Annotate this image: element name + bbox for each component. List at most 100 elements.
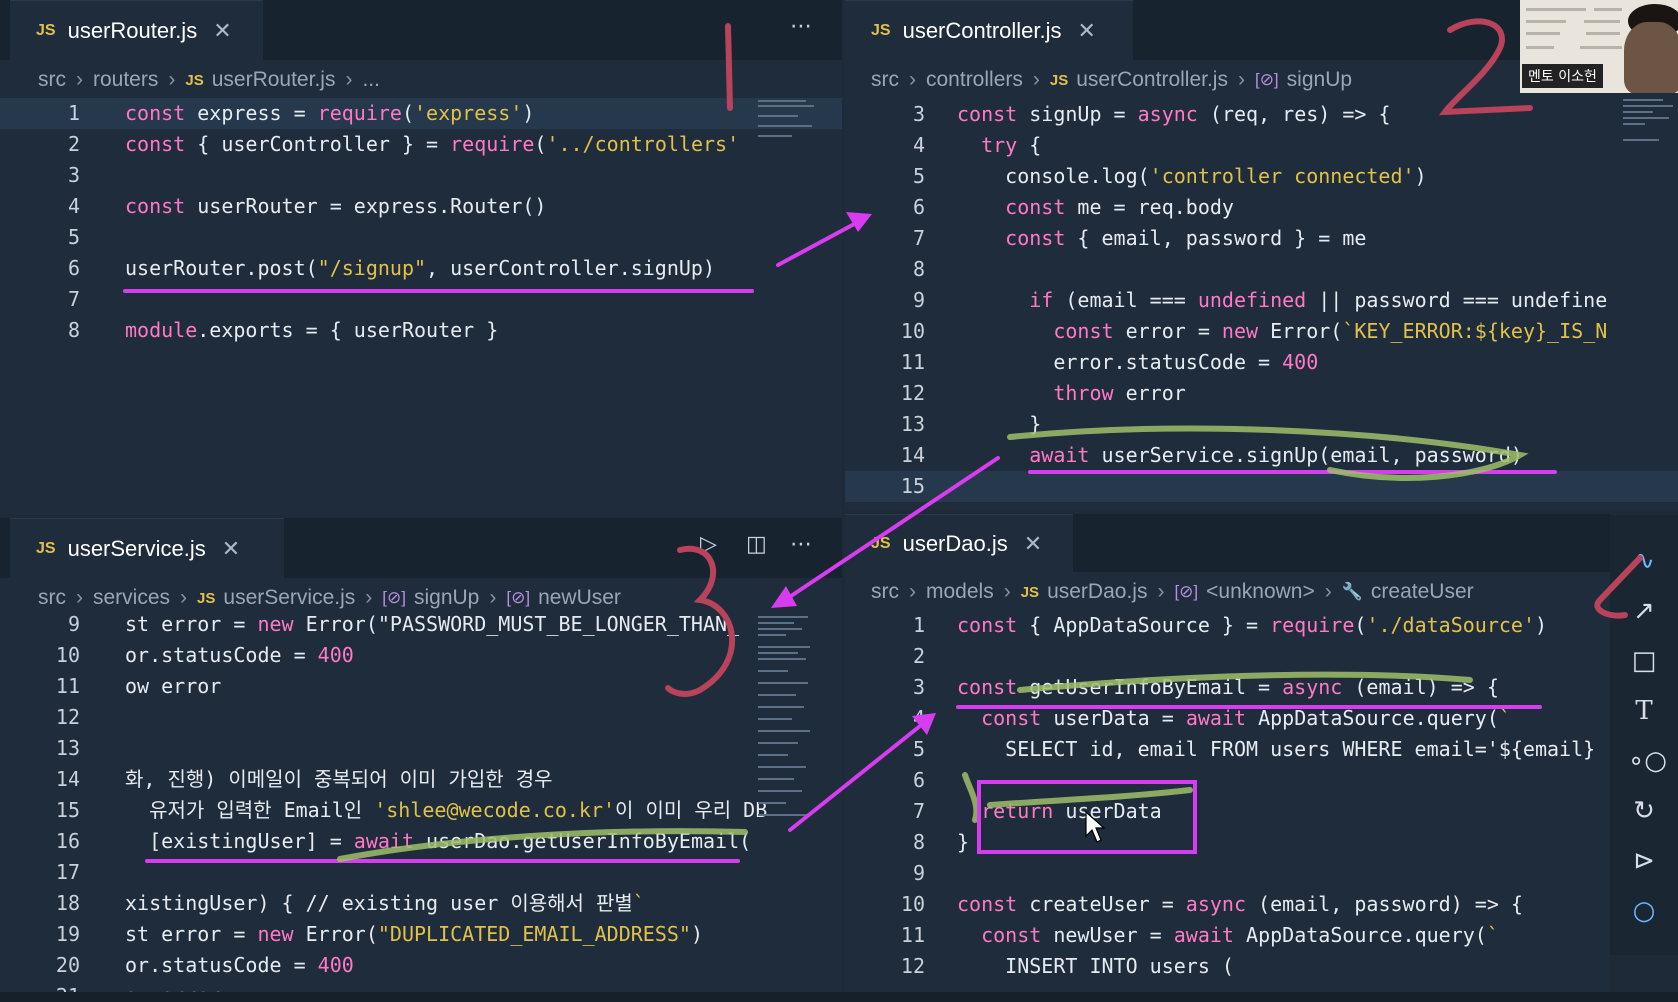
code-line[interactable]: 19 st error = new Error("DUPLICATED_EMAIL… — [0, 919, 842, 950]
breadcrumb-item[interactable]: models — [926, 580, 994, 604]
code-line[interactable]: 10 or.statusCode = 400 — [0, 640, 842, 671]
code-line[interactable]: 1 const express = require('express') — [0, 98, 842, 129]
breadcrumb: src › models › JS userDao.js › [⊘] <unknown> ›… — [871, 580, 1474, 604]
code-line[interactable]: 15 — [845, 471, 1678, 502]
breadcrumb-item[interactable]: src — [38, 68, 66, 92]
breadcrumb-item[interactable]: userService.js — [223, 586, 355, 610]
tab-label: userRouter.js — [67, 18, 198, 43]
code-line[interactable]: 4 const userRouter = express.Router() — [0, 191, 842, 222]
code-line[interactable]: 8 — [845, 254, 1678, 285]
code-line[interactable]: 20 or.statusCode = 400 — [0, 950, 842, 981]
circle-icon[interactable]: ○ — [1628, 895, 1660, 927]
code-line[interactable]: 9 — [845, 858, 1610, 889]
code-line[interactable]: 18 xistingUser) { // existing user 이용해서 판… — [0, 888, 842, 919]
breadcrumb-item[interactable]: src — [871, 68, 899, 92]
breadcrumb-item[interactable]: userController.js — [1076, 68, 1228, 92]
close-icon[interactable]: ✕ — [1024, 531, 1042, 557]
code-line[interactable]: 8} — [845, 827, 1610, 858]
more-icon[interactable]: ⋯ — [790, 532, 812, 557]
rectangle-icon[interactable]: □ — [1628, 645, 1660, 677]
code-line[interactable]: 3 — [0, 160, 842, 191]
code-line[interactable]: 6 — [845, 765, 1610, 796]
breadcrumb-item[interactable]: signUp — [414, 586, 479, 610]
tab-userdao[interactable]: JS userDao.js ✕ — [845, 514, 1073, 573]
tab-usercontroller[interactable]: JS userController.js ✕ — [845, 0, 1133, 61]
link-icon[interactable]: ∘○ — [1628, 745, 1667, 777]
text-icon[interactable]: T — [1628, 695, 1660, 727]
more-icon[interactable]: ⋯ — [790, 14, 812, 39]
breadcrumb-item[interactable]: newUser — [538, 586, 621, 610]
code-line[interactable]: 16 [existingUser] = await userDao.getUse… — [0, 826, 842, 857]
code-line[interactable]: 7 const { email, password } = me — [845, 223, 1678, 254]
code-line[interactable]: 14 await userService.signUp(email, passw… — [845, 440, 1678, 471]
tab-userservice[interactable]: JS userService.js ✕ — [10, 518, 284, 579]
code-line[interactable]: 11 error.statusCode = 400 — [845, 347, 1678, 378]
line-number: 10 — [900, 319, 925, 343]
breadcrumb-item[interactable]: ... — [362, 68, 380, 92]
breadcrumb-item[interactable]: services — [93, 586, 170, 610]
code-line[interactable]: 2 const { userController } = require('../… — [0, 129, 842, 160]
line-number: 2 — [912, 644, 925, 668]
code-line[interactable]: 10 const error = new Error(`KEY_ERROR:${… — [845, 316, 1678, 347]
pen-icon[interactable]: ∿ — [1628, 545, 1660, 577]
code-line[interactable]: 10 const createUser = async (email, passw… — [845, 889, 1610, 920]
code-line[interactable]: 7 — [0, 284, 842, 315]
breadcrumb-item[interactable]: src — [38, 586, 66, 610]
code-line[interactable]: 9 if (email === undefined || password ==… — [845, 285, 1678, 316]
code-line[interactable]: 8 module.exports = { userRouter } — [0, 315, 842, 346]
breadcrumb-item[interactable]: src — [871, 580, 899, 604]
code-line[interactable]: 6 const me = req.body — [845, 192, 1678, 223]
breadcrumb-item[interactable]: <unknown> — [1206, 580, 1315, 604]
breadcrumb-item[interactable]: userRouter.js — [212, 68, 336, 92]
code-line[interactable]: 13 } — [845, 409, 1678, 440]
line-number: 4 — [912, 133, 925, 157]
close-icon[interactable]: ✕ — [213, 18, 231, 44]
line-number: 7 — [912, 226, 925, 250]
line-number: 9 — [912, 861, 925, 885]
code-line[interactable]: 17 — [0, 857, 842, 888]
tab-userrouter[interactable]: JS userRouter.js ✕ — [10, 0, 263, 61]
code-line[interactable]: 13 — [0, 733, 842, 764]
code-line[interactable]: 12 — [0, 702, 842, 733]
code-line[interactable]: 3 const getUserInfoByEmail = async (email… — [845, 672, 1610, 703]
run-icon[interactable]: ▷ — [700, 532, 717, 557]
split-editor-icon[interactable]: ◫ — [746, 532, 767, 557]
code-text: const signUp = async (req, res) => { — [957, 102, 1391, 126]
code-line[interactable]: 14 화, 진행) 이메일이 중복되어 이미 가입한 경우 — [0, 764, 842, 795]
code-line[interactable]: 11 const newUser = await AppDataSource.q… — [845, 920, 1610, 951]
refresh-icon[interactable]: ↻ — [1628, 795, 1660, 827]
line-number: 8 — [67, 318, 80, 342]
line-number: 1 — [912, 613, 925, 637]
close-icon[interactable]: ✕ — [222, 536, 240, 562]
arrow-icon[interactable]: ↗ — [1628, 595, 1660, 627]
code-line[interactable]: 15 유저가 입력한 Email인 'shlee@wecode.co.kr'이 … — [0, 795, 842, 826]
code-line[interactable]: 6 userRouter.post("/signup", userControll… — [0, 253, 842, 284]
code-line[interactable]: 12 throw error — [845, 378, 1678, 409]
breadcrumb-item[interactable]: signUp — [1287, 68, 1352, 92]
breadcrumb-item[interactable]: userDao.js — [1047, 580, 1147, 604]
line-number: 20 — [55, 953, 80, 977]
line-number: 17 — [55, 860, 80, 884]
code-line[interactable]: 9 st error = new Error("PASSWORD_MUST_BE_… — [0, 609, 842, 640]
code-line[interactable]: 21 ow error — [0, 981, 842, 992]
tab-label: userController.js — [902, 18, 1062, 43]
code-line[interactable]: 2 — [845, 641, 1610, 672]
js-file-icon: JS — [1020, 583, 1040, 601]
code-line[interactable]: 3 const signUp = async (req, res) => { — [845, 99, 1678, 130]
code-line[interactable]: 4 const userData = await AppDataSource.q… — [845, 703, 1610, 734]
code-line[interactable]: 11 ow error — [0, 671, 842, 702]
code-text: const userRouter = express.Router() — [125, 194, 547, 218]
breadcrumb-item[interactable]: createUser — [1371, 580, 1474, 604]
code-line[interactable]: 5 — [0, 222, 842, 253]
code-line[interactable]: 5 SELECT id, email FROM users WHERE emai… — [845, 734, 1610, 765]
breadcrumb-item[interactable]: routers — [93, 68, 158, 92]
code-line[interactable]: 5 console.log('controller connected') — [845, 161, 1678, 192]
code-line[interactable]: 7 return userData — [845, 796, 1610, 827]
close-icon[interactable]: ✕ — [1078, 18, 1096, 44]
breadcrumb-item[interactable]: controllers — [926, 68, 1023, 92]
code-line[interactable]: 1 const { AppDataSource } = require('./da… — [845, 610, 1610, 641]
code-line[interactable]: 12 INSERT INTO users ( — [845, 951, 1610, 982]
code-text: const getUserInfoByEmail = async (email)… — [957, 675, 1499, 699]
play-icon[interactable]: ⊳ — [1628, 845, 1660, 877]
code-line[interactable]: 4 try { — [845, 130, 1678, 161]
